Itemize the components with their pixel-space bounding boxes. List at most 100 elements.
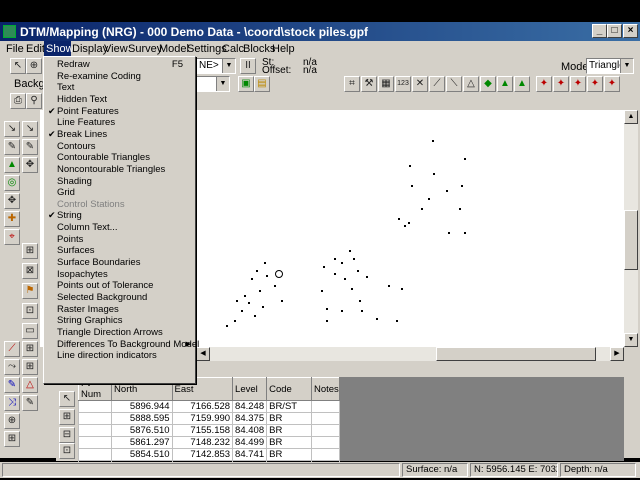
- tool-icon-1[interactable]: ⌗: [344, 76, 360, 92]
- left-tool-3-icon[interactable]: ✎: [4, 139, 20, 155]
- left-tool-7-icon[interactable]: ◎: [4, 175, 20, 191]
- left-tool-14-icon[interactable]: ⊡: [22, 303, 38, 319]
- table-cell-pt-num[interactable]: [77, 424, 113, 437]
- scroll-right-icon[interactable]: ▶: [610, 347, 624, 361]
- show-menu-item-grid[interactable]: Grid: [45, 187, 195, 199]
- menu-calc[interactable]: Calc: [222, 43, 244, 55]
- table-cell-notes[interactable]: [310, 412, 341, 425]
- show-menu-item-points-out-of-tolerance[interactable]: Points out of Tolerance: [45, 280, 195, 292]
- pin-icon[interactable]: ⚲: [26, 93, 42, 109]
- left-tool-23-icon[interactable]: ✎: [22, 395, 38, 411]
- col-code[interactable]: Code: [266, 377, 312, 401]
- menu-settings[interactable]: Settings: [187, 43, 227, 55]
- tool-icon-11[interactable]: ▲: [514, 76, 530, 92]
- show-menu-item-isopachytes[interactable]: Isopachytes: [45, 269, 195, 281]
- left-tool-15-icon[interactable]: ▭: [22, 323, 38, 339]
- table-cell-notes[interactable]: [310, 436, 341, 449]
- tool-icon-5[interactable]: ✕: [412, 76, 428, 92]
- show-menu-item-column-text[interactable]: Column Text...: [45, 222, 195, 234]
- menu-edit[interactable]: Edit: [26, 43, 45, 55]
- tool-icon-15[interactable]: ✦: [587, 76, 603, 92]
- show-menu-item-points[interactable]: Points: [45, 234, 195, 246]
- left-tool-5-icon[interactable]: ▲: [4, 157, 20, 173]
- table-cell-east[interactable]: 7159.990: [171, 412, 234, 425]
- menu-show[interactable]: Show: [44, 41, 74, 57]
- table-cell-pt-num[interactable]: [77, 400, 113, 413]
- show-menu-item-surfaces[interactable]: Surfaces: [45, 245, 195, 257]
- table-tool-4-icon[interactable]: ⊡: [59, 443, 75, 459]
- show-menu-item-string-graphics[interactable]: String Graphics: [45, 315, 195, 327]
- tool-icon-8[interactable]: △: [463, 76, 479, 92]
- tool-icon-6[interactable]: ⟋: [429, 76, 445, 92]
- left-tool-10-icon[interactable]: ⌖: [4, 229, 20, 245]
- table-cell-pt-num[interactable]: [77, 436, 113, 449]
- show-menu-item-shading[interactable]: Shading: [45, 176, 195, 188]
- show-menu-item-break-lines[interactable]: ✔ Break Lines: [45, 129, 195, 141]
- show-menu-item-differences-to-background-model[interactable]: Differences To Background Model ▶: [45, 339, 199, 351]
- tool-icon-4[interactable]: 123: [395, 76, 411, 92]
- table-cell-level[interactable]: 84.408: [232, 424, 268, 437]
- table-cell-east[interactable]: 7155.158: [171, 424, 234, 437]
- table-cell-code[interactable]: BR: [266, 448, 312, 461]
- show-menu-item-line-features[interactable]: Line Features: [45, 117, 195, 129]
- show-menu-item-point-features[interactable]: ✔ Point Features: [45, 106, 195, 118]
- table-cell-code[interactable]: BR: [266, 412, 312, 425]
- left-tool-17-icon[interactable]: ⊞: [22, 341, 38, 357]
- tool-icon-12[interactable]: ✦: [536, 76, 552, 92]
- show-menu-item-triangle-direction-arrows[interactable]: Triangle Direction Arrows: [45, 327, 195, 339]
- table-cell-level[interactable]: 84.248: [232, 400, 268, 413]
- maximize-button[interactable]: □: [607, 24, 622, 38]
- table-cell-north[interactable]: 5854.510: [111, 448, 173, 461]
- table-row[interactable]: 5896.944 7166.528 84.248 BR/ST: [77, 400, 341, 413]
- left-tool-19-icon[interactable]: ⊞: [22, 359, 38, 375]
- table-cell-pt-num[interactable]: [77, 412, 113, 425]
- table-cell-east[interactable]: 7166.528: [171, 400, 234, 413]
- tool-icon-13[interactable]: ✦: [553, 76, 569, 92]
- horizontal-scroll-thumb[interactable]: [436, 347, 596, 361]
- table-tool-2-icon[interactable]: ⊞: [59, 409, 75, 425]
- menu-file[interactable]: File: [6, 43, 24, 55]
- table-cell-notes[interactable]: [310, 424, 341, 437]
- printer-icon[interactable]: ⎙: [10, 93, 26, 109]
- vertical-scroll-thumb[interactable]: [624, 210, 638, 270]
- left-tool-13-icon[interactable]: ⚑: [22, 283, 38, 299]
- left-tool-21-icon[interactable]: △: [22, 377, 38, 393]
- show-menu-item-selected-background[interactable]: Selected Background: [45, 292, 195, 304]
- menu-survey[interactable]: Survey: [128, 43, 162, 55]
- show-menu-item-surface-boundaries[interactable]: Surface Boundaries: [45, 257, 195, 269]
- table-tool-3-icon[interactable]: ⊟: [59, 427, 75, 443]
- show-menu-item-line-direction-indicators[interactable]: Line direction indicators: [45, 350, 195, 362]
- left-tool-12-icon[interactable]: ⊠: [22, 263, 38, 279]
- table-cell-east[interactable]: 7142.853: [171, 448, 234, 461]
- tool-icon-16[interactable]: ✦: [604, 76, 620, 92]
- table-tool-1-icon[interactable]: ↖: [59, 391, 75, 407]
- show-menu-item-re-examine-coding[interactable]: Re-examine Coding: [45, 71, 195, 83]
- tool-icon-7[interactable]: ⟍: [446, 76, 462, 92]
- left-tool-16-icon[interactable]: ⟋: [4, 341, 20, 357]
- left-tool-4-icon[interactable]: ✎: [22, 139, 38, 155]
- vertical-scrollbar[interactable]: ▲ ▼: [624, 110, 638, 347]
- left-tool-8-icon[interactable]: ✥: [4, 193, 20, 209]
- table-row[interactable]: 5876.510 7155.158 84.408 BR: [77, 424, 341, 437]
- table-cell-notes[interactable]: [310, 400, 341, 413]
- scroll-up-icon[interactable]: ▲: [624, 110, 638, 124]
- left-tool-22-icon[interactable]: ⤨: [4, 395, 20, 411]
- menu-display[interactable]: Display: [72, 43, 108, 55]
- left-tool-6-icon[interactable]: ✥: [22, 157, 38, 173]
- close-button[interactable]: ×: [623, 24, 638, 38]
- point-mode-combo[interactable]: NE> ▼: [196, 58, 236, 74]
- pause-icon[interactable]: II: [240, 58, 256, 74]
- show-menu-item-noncontourable-triangles[interactable]: Noncontourable Triangles: [45, 164, 195, 176]
- show-menu-item-string[interactable]: ✔ String: [45, 210, 195, 222]
- show-menu-item-contours[interactable]: Contours: [45, 141, 195, 153]
- left-tool-9-icon[interactable]: ✚: [4, 211, 20, 227]
- tool-icon-2[interactable]: ⚒: [361, 76, 377, 92]
- zoom-icon[interactable]: ⊕: [26, 58, 42, 74]
- minimize-button[interactable]: _: [592, 24, 607, 38]
- image-icon[interactable]: ▣: [238, 76, 254, 92]
- left-tool-1-icon[interactable]: ↘: [4, 121, 20, 137]
- tool-icon-3[interactable]: ▦: [378, 76, 394, 92]
- table-cell-north[interactable]: 5896.944: [111, 400, 173, 413]
- menu-help[interactable]: Help: [272, 43, 295, 55]
- table-cell-pt-num[interactable]: [77, 448, 113, 461]
